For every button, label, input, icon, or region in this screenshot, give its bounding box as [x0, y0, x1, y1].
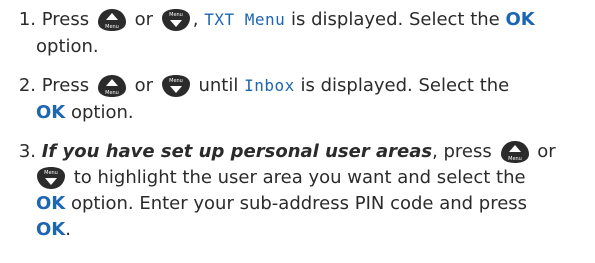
ok-label: OK — [505, 9, 535, 30]
step-2-line-2: OK option. — [36, 101, 134, 125]
highlight-text: to highlight the user area you want and … — [73, 167, 526, 188]
display-text-txt-menu: TXT Menu — [204, 10, 286, 29]
ok-label: OK — [36, 193, 66, 214]
step-2-line-1: 2. Press Menu or Menu until Inbox is dis… — [6, 74, 509, 98]
display-text-inbox: Inbox — [244, 76, 295, 95]
option-text: option. — [36, 36, 99, 57]
up-menu-key-icon: Menu — [97, 74, 127, 98]
ok-label: OK — [36, 219, 66, 240]
period: . — [65, 219, 71, 240]
svg-text:Menu: Menu — [44, 170, 58, 176]
press-text: Press — [41, 9, 90, 30]
up-menu-key-icon: Menu — [500, 140, 530, 164]
step-3-line-3: OK option. Enter your sub-address PIN co… — [36, 192, 527, 216]
svg-text:Menu: Menu — [508, 156, 522, 162]
until-text: until — [198, 75, 239, 96]
step-1-line-2: option. — [36, 35, 99, 59]
comma: , — [192, 9, 199, 30]
down-menu-key-icon: Menu — [161, 74, 191, 98]
svg-text:Menu: Menu — [169, 78, 183, 84]
svg-text:Menu: Menu — [105, 24, 119, 30]
press-text: , press — [432, 141, 492, 162]
press-text: Press — [41, 75, 90, 96]
step-number: 2. — [18, 75, 36, 96]
condition-text: If you have set up personal user areas — [41, 141, 433, 162]
down-menu-key-icon: Menu — [161, 8, 191, 32]
step-3-line-2: Menu to highlight the user area you want… — [36, 166, 526, 190]
pin-instruction-text: option. Enter your sub-address PIN code … — [70, 193, 528, 214]
svg-text:Menu: Menu — [169, 12, 183, 18]
after-display-text: is displayed. Select the — [300, 75, 510, 96]
svg-text:Menu: Menu — [105, 90, 119, 96]
instructions-document: 1. Press Menu or Menu , TXT Menu is disp… — [0, 0, 595, 263]
step-number: 3. — [18, 141, 36, 162]
step-3-line-4: OK. — [36, 218, 71, 242]
or-text: or — [537, 141, 556, 162]
step-3-line-1: 3. If you have set up personal user area… — [6, 140, 556, 164]
step-1-line-1: 1. Press Menu or Menu , TXT Menu is disp… — [6, 8, 535, 32]
or-text: or — [134, 9, 153, 30]
step-number: 1. — [18, 9, 36, 30]
up-menu-key-icon: Menu — [97, 8, 127, 32]
or-text: or — [134, 75, 153, 96]
ok-label: OK — [36, 102, 66, 123]
option-text: option. — [70, 102, 134, 123]
after-display-text: is displayed. Select the — [291, 9, 500, 30]
down-menu-key-icon: Menu — [36, 166, 66, 190]
